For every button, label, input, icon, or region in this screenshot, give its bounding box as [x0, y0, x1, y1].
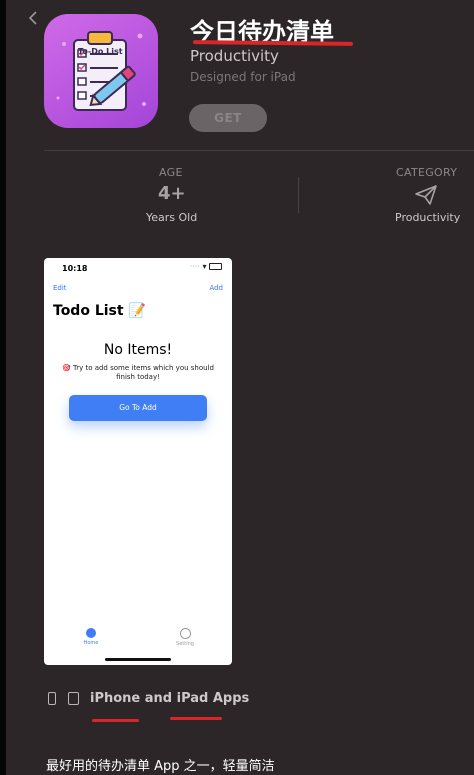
- app-screenshot[interactable]: 10:18 ···· ▾ Edit Add Todo List 📝 No Ite…: [44, 258, 232, 665]
- app-category[interactable]: Productivity: [190, 47, 279, 65]
- tab-home: Home: [71, 628, 111, 646]
- tab-setting-label: Setting: [176, 641, 194, 647]
- play-circle-icon: [179, 628, 191, 639]
- ipad-icon: [68, 692, 79, 705]
- age-label: AGE: [159, 166, 183, 179]
- battery-icon: [209, 263, 222, 270]
- iphone-icon: [48, 692, 56, 705]
- app-description: 最好用的待办清单 App 之一，轻量简洁: [46, 759, 275, 774]
- edit-link: Edit: [53, 284, 67, 292]
- category-label: CATEGORY: [396, 166, 458, 179]
- todo-clipboard-icon: [56, 31, 146, 111]
- window-edge: [0, 0, 6, 775]
- get-button[interactable]: GET: [189, 104, 267, 132]
- back-button[interactable]: [28, 10, 44, 32]
- empty-title: No Items!: [103, 342, 173, 358]
- age-sub: Years Old: [146, 211, 198, 224]
- annotation-underline-ipad: [170, 717, 222, 720]
- status-time: 10:18: [62, 264, 88, 273]
- home-icon: [86, 628, 96, 638]
- home-indicator: [105, 658, 171, 661]
- compatibility-text: iPhone and iPad Apps: [90, 691, 250, 706]
- add-link: Add: [209, 284, 223, 292]
- annotation-underline-iphone: [92, 719, 139, 722]
- signal-icon: ····: [189, 262, 200, 271]
- tab-home-label: Home: [83, 640, 99, 646]
- category-sub[interactable]: Productivity: [395, 211, 460, 224]
- empty-hint: 🎯 Try to add some items which you should…: [62, 364, 214, 381]
- tab-setting: Setting: [165, 628, 205, 647]
- designed-for-label: Designed for iPad: [190, 70, 296, 84]
- divider: [44, 150, 474, 151]
- screenshot-title: Todo List 📝: [53, 303, 146, 319]
- age-value: 4+: [158, 183, 186, 204]
- status-icons: ···· ▾: [190, 262, 222, 271]
- info-separator: [298, 177, 299, 213]
- chevron-left-icon: [28, 11, 37, 25]
- go-to-add-button: Go To Add: [69, 395, 207, 421]
- app-icon: To-Do List: [44, 14, 158, 128]
- app-icon-label: To-Do List: [78, 47, 123, 56]
- wifi-icon: ▾: [202, 262, 207, 271]
- paper-plane-icon: [414, 184, 438, 210]
